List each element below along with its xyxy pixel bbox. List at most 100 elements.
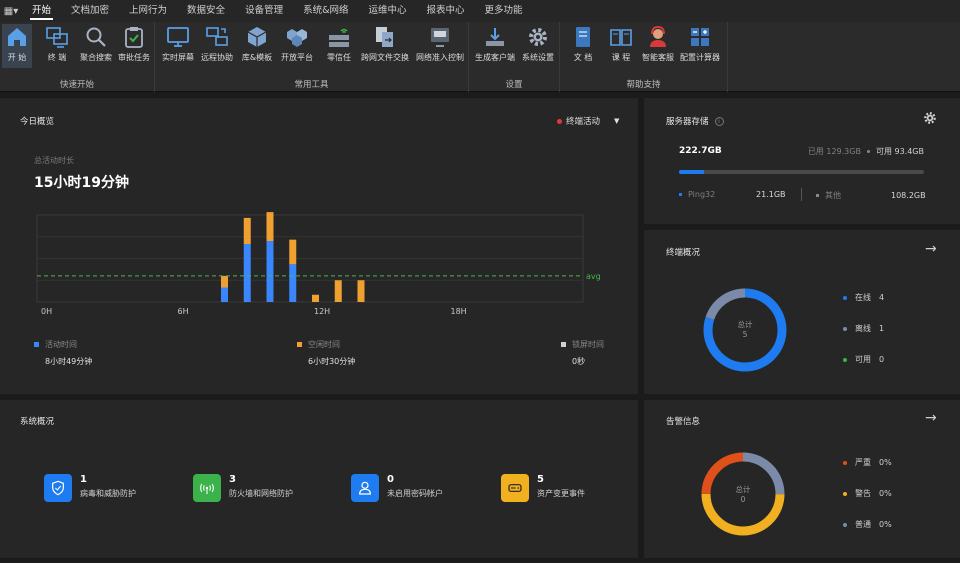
docs-button[interactable]: 文 档 — [568, 24, 598, 68]
generate-client-button[interactable]: 生成客户端 — [473, 24, 517, 68]
menu-device-management[interactable]: 设备管理 — [235, 0, 293, 22]
virus-protection-label: 病毒和威胁防护 — [80, 489, 136, 498]
bar-idle — [312, 294, 319, 302]
ping32-value: 21.1GB — [756, 190, 786, 199]
terminal-button-label: 终 端 — [47, 53, 67, 62]
courses-label: 课 程 — [611, 53, 631, 62]
courses-button[interactable]: 课 程 — [606, 24, 636, 68]
terminal-activity-dropdown[interactable]: 终端活动 ▼ — [557, 115, 619, 127]
terminal-donut-center-value: 5 — [742, 330, 748, 339]
menu-system-network[interactable]: 系统&网络 — [293, 0, 358, 22]
info-icon[interactable]: i — [714, 116, 724, 126]
server-wifi-icon — [329, 28, 349, 47]
alerts-legend: 严重 0% 警告 0% 普通 0% — [843, 447, 892, 540]
clipboard-check-icon — [125, 27, 143, 48]
offline-label: 离线 — [855, 324, 871, 333]
normal-label: 普通 — [855, 520, 871, 529]
home-icon — [8, 28, 26, 46]
drive-icon — [501, 474, 529, 502]
monitor-icon — [167, 27, 189, 47]
config-calculator-label: 配置计算器 — [680, 53, 720, 62]
config-calculator-button[interactable]: 配置计算器 — [678, 24, 722, 68]
smart-support-label: 智能客服 — [642, 53, 674, 62]
bar-idle — [357, 280, 365, 302]
bar-idle — [221, 275, 228, 288]
menu-data-security[interactable]: 数据安全 — [177, 0, 235, 22]
offline-dot — [843, 326, 847, 331]
zero-trust-label: 零信任 — [327, 53, 351, 62]
ribbon-group-label: 设置 — [505, 80, 523, 90]
alerts-donut: 总计 0 — [698, 449, 788, 542]
total-activity-label: 总活动时长 — [34, 156, 74, 165]
available-label: 可用 — [855, 355, 871, 364]
menu-more[interactable]: 更多功能 — [475, 0, 533, 22]
cross-network-file-label: 跨网文件交换 — [361, 53, 409, 62]
avg-label: avg — [586, 272, 601, 281]
menu-report-center[interactable]: 报表中心 — [417, 0, 475, 22]
app-menu-icon[interactable]: ▦▾ — [0, 0, 22, 22]
approval-tasks-button[interactable]: 审批任务 — [116, 24, 152, 68]
firewall-label: 防火墙和网络防护 — [229, 489, 293, 498]
settings-gear-icon[interactable] — [923, 111, 937, 128]
aggregate-search-button[interactable]: 聚合搜索 — [78, 24, 114, 68]
realtime-screen-button[interactable]: 实时屏幕 — [160, 24, 196, 68]
smart-support-button[interactable]: 智能客服 — [640, 24, 676, 68]
remote-assist-label: 远程协助 — [201, 53, 233, 62]
book-icon — [576, 27, 590, 47]
bar-active — [289, 264, 297, 302]
menu-internet-behavior[interactable]: 上网行为 — [119, 0, 177, 22]
ping32-swatch — [679, 193, 682, 196]
network-access-button[interactable]: 网络准入控制 — [413, 24, 467, 68]
library-template-button[interactable]: 库&模板 — [239, 24, 275, 68]
ping32-label: Ping32 — [688, 190, 716, 199]
stat-no-password[interactable]: 0 未启用密码帐户 — [351, 474, 443, 502]
menu-ops-center[interactable]: 运维中心 — [359, 0, 417, 22]
alerts-donut-center-label: 总计 — [735, 485, 751, 494]
ribbon-group-label: 帮助支持 — [626, 80, 661, 90]
cross-network-file-button[interactable]: 跨网文件交换 — [359, 24, 411, 68]
system-settings-button[interactable]: 系统设置 — [519, 24, 557, 68]
firewall-count: 3 — [229, 474, 236, 485]
system-settings-label: 系统设置 — [522, 53, 554, 62]
monitors-icon — [46, 27, 68, 48]
file-transfer-icon — [376, 27, 393, 47]
activity-bar-chart: 0H 6H 12H 18H avg — [36, 212, 601, 316]
menu-doc-encryption[interactable]: 文档加密 — [61, 0, 119, 22]
stat-asset-change[interactable]: 5 资产变更事件 — [501, 474, 585, 502]
terminal-button[interactable]: 终 端 — [40, 24, 74, 68]
ribbon-group-settings: 生成客户端 系统设置 设置 — [469, 22, 560, 92]
legend-idle-swatch — [297, 342, 302, 347]
storage-title: 服务器存储 — [666, 117, 709, 127]
normal-value: 0% — [879, 520, 892, 529]
generate-client-label: 生成客户端 — [475, 53, 515, 62]
alerts-arrow-right-icon[interactable]: → — [925, 410, 937, 426]
remote-assist-button[interactable]: 远程协助 — [199, 24, 235, 68]
other-swatch — [816, 194, 819, 197]
storage-item-ping32: Ping32 21.1GB — [679, 190, 786, 199]
ribbon-group-common-tools: 实时屏幕 远程协助 库&模板 开放平台 零信任 跨网文件交换 网络准入控制 常用… — [155, 22, 469, 92]
zero-trust-button[interactable]: 零信任 — [321, 24, 357, 68]
x-tick-label: 0H — [41, 307, 52, 316]
open-platform-button[interactable]: 开放平台 — [279, 24, 315, 68]
stat-firewall[interactable]: 3 防火墙和网络防护 — [193, 474, 293, 502]
stat-virus-protection[interactable]: 1 病毒和威胁防护 — [44, 474, 136, 502]
remote-desktop-icon — [206, 27, 228, 46]
online-label: 在线 — [855, 293, 871, 302]
ribbon-group-help: 文 档 课 程 智能客服 配置计算器 帮助支持 — [560, 22, 728, 92]
storage-used: 已用 129.3GB — [807, 147, 861, 156]
bar-idle — [334, 280, 342, 302]
headset-agent-icon — [650, 25, 666, 47]
offline-value: 1 — [879, 324, 885, 333]
total-activity-value: 15小时19分钟 — [34, 175, 129, 191]
bar-idle — [289, 239, 297, 265]
network-access-label: 网络准入控制 — [416, 53, 464, 62]
warning-value: 0% — [879, 489, 892, 498]
alerts-donut-center-value: 0 — [740, 495, 746, 504]
menu-start[interactable]: 开始 — [22, 0, 61, 22]
legend-online: 在线 4 — [843, 282, 884, 313]
start-button[interactable]: 开 始 — [2, 24, 32, 68]
terminal-arrow-right-icon[interactable]: → — [925, 241, 937, 257]
legend-lock-swatch — [561, 342, 566, 347]
gear-icon — [529, 28, 547, 46]
bar-idle — [266, 212, 274, 242]
